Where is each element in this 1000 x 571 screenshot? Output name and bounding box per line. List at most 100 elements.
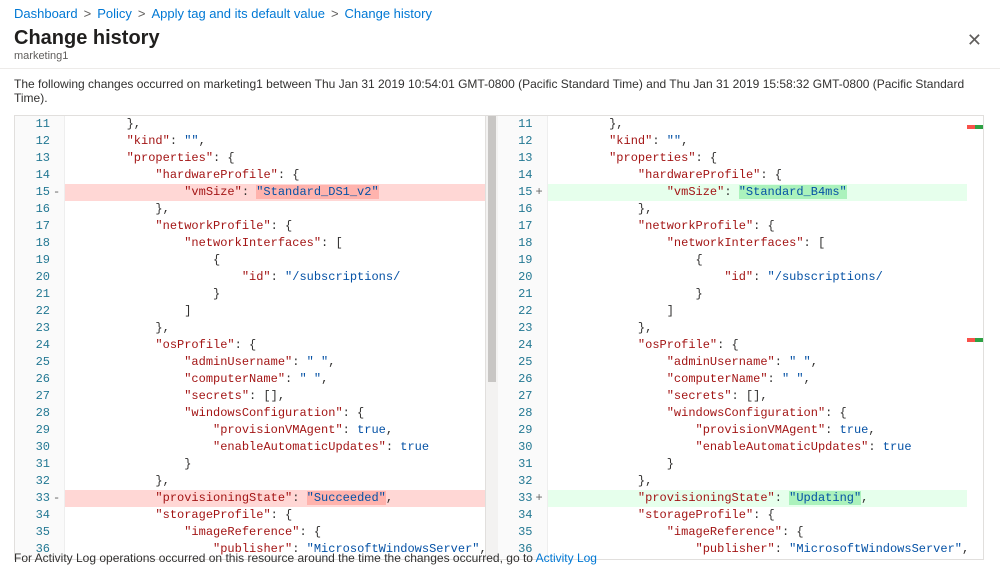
code-content: "adminUsername": " ", [548, 354, 968, 371]
footer-text: For Activity Log operations occurred on … [14, 551, 536, 565]
breadcrumb: Dashboard > Policy > Apply tag and its d… [0, 0, 1000, 23]
code-line[interactable]: 28 "windowsConfiguration": { [15, 405, 485, 422]
code-content: "windowsConfiguration": { [548, 405, 968, 422]
code-line[interactable]: 20 "id": "/subscriptions/ [498, 269, 968, 286]
code-content: "osProfile": { [65, 337, 485, 354]
line-number-gutter: 17 [15, 218, 65, 235]
breadcrumb-link-dashboard[interactable]: Dashboard [14, 6, 78, 21]
code-line[interactable]: 13 "properties": { [498, 150, 968, 167]
code-content: { [548, 252, 968, 269]
code-line[interactable]: 35 "imageReference": { [498, 524, 968, 541]
code-line[interactable]: 17 "networkProfile": { [15, 218, 485, 235]
breadcrumb-separator: > [331, 6, 339, 21]
code-line[interactable]: 29 "provisionVMAgent": true, [15, 422, 485, 439]
line-number-gutter: 18 [15, 235, 65, 252]
code-content: "networkInterfaces": [ [548, 235, 968, 252]
overview-mark-green[interactable] [975, 125, 983, 129]
code-line[interactable]: 32 }, [498, 473, 968, 490]
activity-log-link[interactable]: Activity Log [536, 551, 597, 565]
code-line[interactable]: 30 "enableAutomaticUpdates": true [15, 439, 485, 456]
breadcrumb-link-policy[interactable]: Policy [97, 6, 132, 21]
code-line[interactable]: 15+ "vmSize": "Standard_B4ms" [498, 184, 968, 201]
overview-mark-red[interactable] [967, 338, 975, 342]
code-line[interactable]: 15- "vmSize": "Standard_DS1_v2" [15, 184, 485, 201]
code-line[interactable]: 18 "networkInterfaces": [ [498, 235, 968, 252]
code-content: }, [65, 116, 485, 133]
code-content: { [65, 252, 485, 269]
overview-mark-green[interactable] [975, 338, 983, 342]
code-line[interactable]: 23 }, [15, 320, 485, 337]
code-line[interactable]: 28 "windowsConfiguration": { [498, 405, 968, 422]
diff-overview-ruler[interactable] [967, 116, 983, 559]
code-content: "vmSize": "Standard_DS1_v2" [65, 184, 485, 201]
code-content: "id": "/subscriptions/ [548, 269, 968, 286]
code-line[interactable]: 24 "osProfile": { [498, 337, 968, 354]
code-line[interactable]: 27 "secrets": [], [498, 388, 968, 405]
code-line[interactable]: 25 "adminUsername": " ", [15, 354, 485, 371]
code-line[interactable]: 12 "kind": "", [15, 133, 485, 150]
line-number-gutter: 15- [15, 184, 65, 201]
code-line[interactable]: 26 "computerName": " ", [15, 371, 485, 388]
line-number-gutter: 29 [498, 422, 548, 439]
code-line[interactable]: 32 }, [15, 473, 485, 490]
code-content: "imageReference": { [65, 524, 485, 541]
code-line[interactable]: 25 "adminUsername": " ", [498, 354, 968, 371]
code-line[interactable]: 33- "provisioningState": "Succeeded", [15, 490, 485, 507]
code-line[interactable]: 11 }, [498, 116, 968, 133]
line-number-gutter: 22 [498, 303, 548, 320]
code-line[interactable]: 31 } [498, 456, 968, 473]
close-icon[interactable]: ✕ [963, 27, 986, 53]
blade-header: Change history marketing1 ✕ [0, 23, 1000, 66]
code-line[interactable]: 33+ "provisioningState": "Updating", [498, 490, 968, 507]
line-number-gutter: 20 [15, 269, 65, 286]
line-number-gutter: 18 [498, 235, 548, 252]
line-number-gutter: 27 [498, 388, 548, 405]
code-content: }, [65, 473, 485, 490]
code-line[interactable]: 23 }, [498, 320, 968, 337]
code-line[interactable]: 16 }, [498, 201, 968, 218]
overview-mark-red[interactable] [967, 125, 975, 129]
line-number-gutter: 32 [15, 473, 65, 490]
code-line[interactable]: 26 "computerName": " ", [498, 371, 968, 388]
code-line[interactable]: 21 } [15, 286, 485, 303]
code-line[interactable]: 22 ] [15, 303, 485, 320]
breadcrumb-separator: > [138, 6, 146, 21]
breadcrumb-link-assignment[interactable]: Apply tag and its default value [151, 6, 324, 21]
code-line[interactable]: 21 } [498, 286, 968, 303]
line-number-gutter: 31 [15, 456, 65, 473]
code-line[interactable]: 11 }, [15, 116, 485, 133]
vertical-scrollbar-left[interactable] [486, 116, 498, 559]
line-number-gutter: 29 [15, 422, 65, 439]
line-number-gutter: 35 [498, 524, 548, 541]
code-line[interactable]: 24 "osProfile": { [15, 337, 485, 354]
code-content: ] [548, 303, 968, 320]
code-line[interactable]: 19 { [15, 252, 485, 269]
code-line[interactable]: 34 "storageProfile": { [498, 507, 968, 524]
code-content: "provisionVMAgent": true, [548, 422, 968, 439]
scrollbar-thumb[interactable] [488, 116, 496, 382]
code-area-after[interactable]: 11 },12 "kind": "",13 "properties": {14 … [498, 116, 968, 559]
code-line[interactable]: 14 "hardwareProfile": { [15, 167, 485, 184]
breadcrumb-link-change-history[interactable]: Change history [345, 6, 432, 21]
code-line[interactable]: 29 "provisionVMAgent": true, [498, 422, 968, 439]
code-line[interactable]: 14 "hardwareProfile": { [498, 167, 968, 184]
code-line[interactable]: 30 "enableAutomaticUpdates": true [498, 439, 968, 456]
line-number-gutter: 22 [15, 303, 65, 320]
code-line[interactable]: 13 "properties": { [15, 150, 485, 167]
code-line[interactable]: 31 } [15, 456, 485, 473]
code-area-before[interactable]: 11 },12 "kind": "",13 "properties": {14 … [15, 116, 485, 559]
code-line[interactable]: 17 "networkProfile": { [498, 218, 968, 235]
line-number-gutter: 13 [15, 150, 65, 167]
code-line[interactable]: 12 "kind": "", [498, 133, 968, 150]
code-content: "hardwareProfile": { [548, 167, 968, 184]
code-line[interactable]: 34 "storageProfile": { [15, 507, 485, 524]
code-line[interactable]: 16 }, [15, 201, 485, 218]
code-line[interactable]: 19 { [498, 252, 968, 269]
code-line[interactable]: 35 "imageReference": { [15, 524, 485, 541]
code-content: } [65, 286, 485, 303]
code-line[interactable]: 22 ] [498, 303, 968, 320]
code-line[interactable]: 18 "networkInterfaces": [ [15, 235, 485, 252]
code-line[interactable]: 20 "id": "/subscriptions/ [15, 269, 485, 286]
line-number-gutter: 19 [15, 252, 65, 269]
code-line[interactable]: 27 "secrets": [], [15, 388, 485, 405]
